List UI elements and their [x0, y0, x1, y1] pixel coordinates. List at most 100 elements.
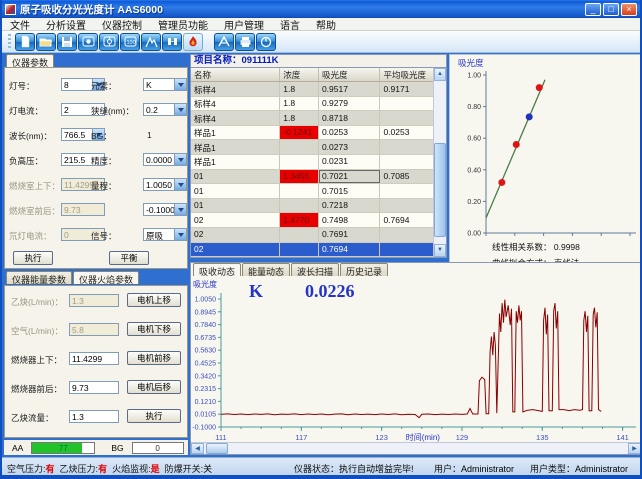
trace-horizontal-scrollbar[interactable]: ◀ ▶	[191, 442, 641, 454]
param-r4-right-dropdown[interactable]: 1.0050	[143, 178, 187, 191]
flame-r3-button[interactable]: 电机后移	[127, 380, 181, 394]
flame-r2-button[interactable]: 电机前移	[127, 351, 181, 365]
flame-r0-button[interactable]: 电机上移	[127, 293, 181, 307]
project-label: 项目名称：	[194, 55, 242, 66]
flame-r3-field[interactable]: 9.73	[69, 381, 119, 394]
table-row[interactable]: 样品10.0231	[191, 155, 433, 170]
param-r3-left-label: 负高压：	[9, 155, 43, 167]
scrollbar-thumb[interactable]	[206, 443, 228, 454]
tab-flame-0[interactable]: 仪器能量参数	[6, 271, 72, 284]
title-bar: 原子吸收分光光度计 AAS6000 _ □ ×	[2, 0, 640, 18]
menu-item-1[interactable]: 分析设置	[38, 17, 94, 32]
new-file-button[interactable]	[15, 33, 35, 51]
svg-text:吸光度: 吸光度	[458, 58, 484, 68]
param-r3-right-dropdown[interactable]: 0.0000	[143, 153, 187, 166]
scroll-left-icon[interactable]: ◀	[191, 443, 204, 454]
param-r1-right-label: 狭缝(nm)：	[91, 105, 134, 117]
power-button[interactable]	[256, 33, 276, 51]
cell-avg-absorbance	[380, 97, 433, 111]
param-r6-right-dropdown[interactable]: 原吸	[143, 228, 187, 241]
tab-instrument-params[interactable]: 仪器参数	[6, 54, 54, 67]
tab-dynamics-3[interactable]: 历史记录	[340, 263, 388, 276]
cell-absorbance: 0.7498	[319, 213, 381, 227]
table-row[interactable]: 010.7015	[191, 184, 433, 199]
maximize-button[interactable]: □	[603, 3, 619, 16]
column-header-2: 吸光度	[319, 68, 381, 81]
scrollbar-thumb[interactable]	[434, 143, 446, 238]
tab-dynamics-2[interactable]: 波长扫描	[291, 263, 339, 276]
status-item-0-label: 空气压力:	[7, 464, 46, 474]
execute-button[interactable]: 执行	[13, 251, 53, 265]
menu-item-5[interactable]: 语言	[272, 17, 308, 32]
cell-absorbance: 0.7691	[319, 228, 381, 242]
table-row[interactable]: 020.7691	[191, 228, 433, 243]
status-item-2-value: 是	[151, 464, 160, 474]
svg-text:111: 111	[215, 433, 226, 442]
cell-concentration: 1.3456	[280, 170, 319, 184]
scroll-right-icon[interactable]: ▶	[628, 443, 641, 454]
save-button[interactable]	[57, 33, 77, 51]
param-r5-right-dropdown[interactable]: -0.1000	[143, 203, 187, 216]
menu-item-3[interactable]: 管理员功能	[150, 17, 216, 32]
table-row[interactable]: 020.7694	[191, 243, 433, 257]
lamp-select-button[interactable]	[78, 33, 98, 51]
param-r1-right-dropdown[interactable]: 0.2	[143, 103, 187, 116]
usertype-label: 用户类型：	[530, 464, 575, 474]
status-item-3-value: 关	[203, 464, 212, 474]
wavelength-peak-button[interactable]	[141, 33, 161, 51]
scroll-down-icon[interactable]: ▼	[434, 244, 446, 257]
table-row[interactable]: 标样41.80.8718	[191, 111, 433, 126]
svg-text:0.3420: 0.3420	[195, 373, 217, 380]
param-r0-right-dropdown[interactable]: K	[143, 78, 187, 91]
slit-button[interactable]	[162, 33, 182, 51]
flame-r1-button[interactable]: 电机下移	[127, 322, 181, 336]
close-button[interactable]: ×	[621, 3, 637, 16]
lamp-position-icon: 100	[124, 36, 137, 47]
cell-concentration: 1.8	[280, 82, 319, 96]
minimize-button[interactable]: _	[585, 3, 601, 16]
svg-text:1.0050: 1.0050	[195, 297, 217, 304]
bg-energy-value: 0	[133, 443, 183, 454]
lamp-select-icon	[82, 36, 95, 47]
table-row[interactable]: 011.34560.70210.7085	[191, 170, 433, 185]
table-row[interactable]: 010.7218	[191, 199, 433, 214]
cell-name: 样品1	[191, 155, 280, 169]
table-row[interactable]: 标样41.80.9279	[191, 97, 433, 112]
table-row[interactable]: 样品1-0.12410.02530.0253	[191, 126, 433, 141]
cell-concentration	[280, 155, 319, 169]
menu-item-2[interactable]: 仪器控制	[94, 17, 150, 32]
table-row[interactable]: 样品10.0273	[191, 140, 433, 155]
svg-text:123: 123	[375, 433, 388, 442]
flame-r2-field[interactable]: 11.4299	[69, 352, 119, 365]
tab-dynamics-0[interactable]: 吸收动态	[193, 263, 241, 276]
flame-r4-button[interactable]: 执行	[127, 409, 181, 423]
tab-flame-1[interactable]: 仪器火焰参数	[73, 271, 139, 284]
cell-name: 01	[191, 199, 280, 213]
lamp-position-button[interactable]: 100	[120, 33, 140, 51]
flame-r4-field[interactable]: 1.3	[69, 410, 119, 423]
svg-text:141: 141	[616, 433, 629, 442]
menu-item-6[interactable]: 帮助	[308, 17, 344, 32]
balance-button[interactable]: 平衡	[109, 251, 149, 265]
flame-r3-label: 燃烧器前后：	[11, 383, 62, 395]
svg-text:0.8945: 0.8945	[195, 309, 217, 316]
param-r5-left-value: 9.73	[64, 205, 81, 215]
cell-concentration	[280, 228, 319, 242]
scroll-up-icon[interactable]: ▲	[434, 68, 446, 81]
cell-concentration	[280, 140, 319, 154]
flame-ignite-button[interactable]	[183, 33, 203, 51]
menu-item-4[interactable]: 用户管理	[216, 17, 272, 32]
table-vertical-scrollbar[interactable]: ▲ ▼	[433, 68, 446, 257]
open-file-button[interactable]	[36, 33, 56, 51]
status-bar: 空气压力:有 乙炔压力:有 火焰监视:是 防爆开关:关 仪器状态：执行自动增益完…	[2, 457, 640, 475]
table-row[interactable]: 021.47700.74980.7694	[191, 213, 433, 228]
tab-dynamics-1[interactable]: 能量动态	[242, 263, 290, 276]
autosampler-button[interactable]	[214, 33, 234, 51]
lamp-energy-button[interactable]	[99, 33, 119, 51]
menu-item-0[interactable]: 文件	[2, 17, 38, 32]
param-r3-right-value: 0.0000	[146, 155, 172, 165]
app-window: 原子吸收分光光度计 AAS6000 _ □ × 文件分析设置仪器控制管理员功能用…	[0, 0, 642, 479]
printer-button[interactable]	[235, 33, 255, 51]
open-file-icon	[39, 36, 53, 48]
table-row[interactable]: 标样41.80.95170.9171	[191, 82, 433, 97]
